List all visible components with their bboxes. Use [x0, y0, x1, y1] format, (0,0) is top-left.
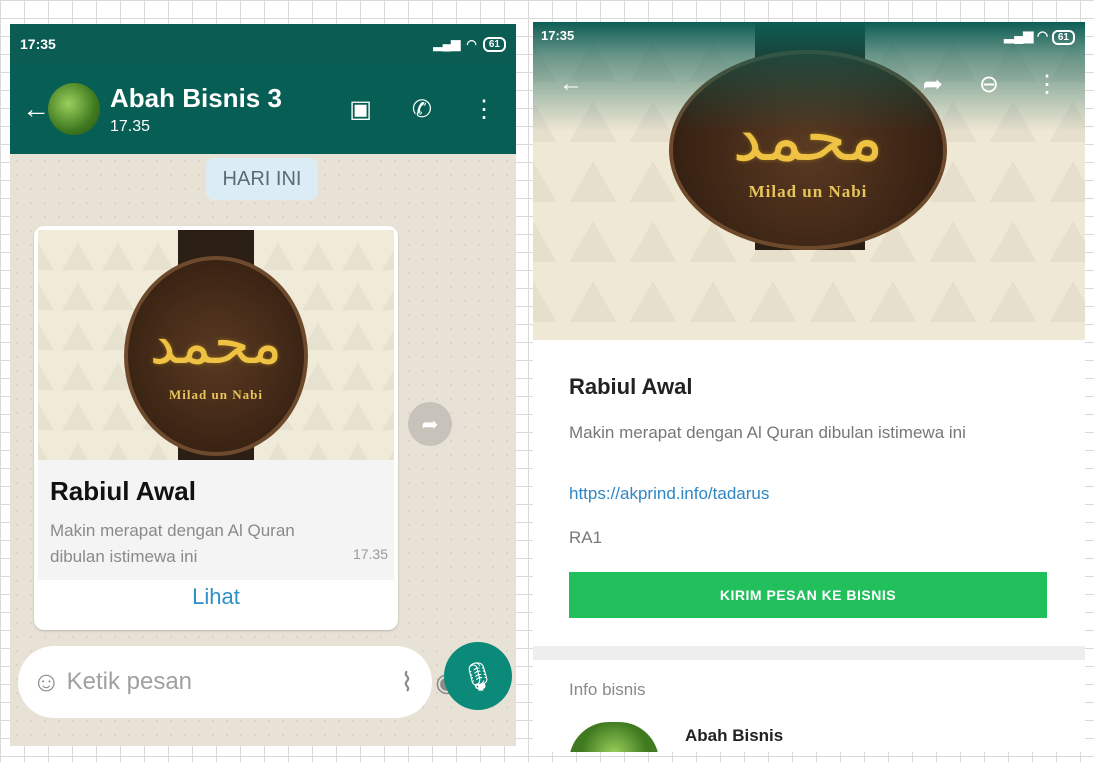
medal-emblem: محمد Milad un Nabi: [124, 256, 308, 456]
business-info-label: Info bisnis: [569, 680, 646, 699]
contact-last-seen: 17.35: [110, 117, 151, 135]
product-link[interactable]: https://akprind.info/tadarus: [569, 484, 769, 504]
store-icon[interactable]: ▣: [349, 95, 372, 124]
contact-info[interactable]: Abah Bisnis 3 17.35: [110, 83, 349, 136]
date-chip: HARI INI: [206, 158, 318, 200]
product-detail-screen: محمد Milad un Nabi 17:35 ▂▄▆ ◠ 61 ← ➦ ⊖ …: [533, 22, 1085, 752]
status-icons: ▂▄▆ ◠ 61: [433, 36, 506, 52]
status-bar: 17:35 ▂▄▆ ◠ 61: [541, 28, 1075, 45]
product-title: Rabiul Awal: [569, 374, 693, 399]
battery-icon: 61: [1051, 30, 1075, 45]
contact-name: Abah Bisnis 3: [110, 82, 282, 113]
status-bar: 17:35 ▂▄▆ ◠ 61: [10, 24, 516, 64]
message-time: 17.35: [352, 546, 388, 562]
attach-icon[interactable]: ⌇: [401, 667, 414, 698]
battery-icon: 61: [482, 36, 506, 52]
status-icons: ▂▄▆ ◠ 61: [1004, 28, 1075, 45]
business-avatar[interactable]: [569, 722, 659, 752]
chat-header: ← Abah Bisnis 3 17.35 ▣ ✆ ⋮: [10, 64, 516, 154]
message-input[interactable]: [64, 667, 379, 697]
product-code: RA1: [569, 528, 603, 547]
status-time: 17:35: [20, 36, 56, 52]
business-name[interactable]: Abah Bisnis: [685, 726, 783, 746]
view-button[interactable]: Lihat: [34, 584, 398, 610]
product-description: Makin merapat dengan Al Quran dibulan is…: [569, 423, 966, 442]
emoji-icon[interactable]: ☺: [32, 666, 61, 698]
forward-icon[interactable]: ➦: [408, 402, 452, 446]
link-icon[interactable]: ⊖: [979, 70, 999, 99]
more-options-icon[interactable]: ⋮: [472, 95, 496, 124]
header-actions: ▣ ✆ ⋮: [349, 95, 504, 124]
add-call-icon[interactable]: ✆: [412, 95, 432, 124]
header-actions: ← ➦ ⊖ ⋮: [559, 70, 1059, 99]
product-image[interactable]: محمد Milad un Nabi: [38, 230, 394, 460]
back-arrow-icon[interactable]: ←: [22, 93, 50, 125]
message-title: Rabiul Awal: [50, 476, 196, 506]
share-icon[interactable]: ➦: [923, 70, 943, 99]
medal-caption: Milad un Nabi: [748, 181, 868, 201]
medal-caption: Milad un Nabi: [169, 387, 263, 402]
wifi-icon: ◠: [466, 37, 477, 51]
chat-screen: 17:35 ▂▄▆ ◠ 61 ← Abah Bisnis 3 17.35 ▣ ✆…: [10, 24, 516, 746]
message-business-button[interactable]: KIRIM PESAN KE BISNIS: [569, 572, 1047, 618]
product-header-image: محمد Milad un Nabi 17:35 ▂▄▆ ◠ 61 ← ➦ ⊖ …: [533, 22, 1085, 340]
message-input-bar: ☺ ⌇ ◉: [18, 646, 458, 718]
status-time: 17:35: [541, 28, 575, 43]
calligraphy: محمد: [149, 309, 283, 377]
contact-avatar[interactable]: [48, 83, 100, 135]
section-divider: [533, 646, 1085, 660]
microphone-icon[interactable]: 🎙: [444, 642, 512, 710]
back-arrow-icon[interactable]: ←: [559, 70, 583, 99]
more-options-icon[interactable]: ⋮: [1035, 70, 1059, 99]
message-body: Rabiul Awal Makin merapat dengan Al Qura…: [38, 460, 394, 580]
signal-icon: ▂▄▆: [433, 37, 461, 51]
message-description: Makin merapat dengan Al Quran dibulan is…: [50, 521, 295, 566]
chat-area[interactable]: HARI INI محمد Milad un Nabi Rabiul Awal …: [10, 154, 516, 746]
catalog-message-bubble[interactable]: محمد Milad un Nabi Rabiul Awal Makin mer…: [34, 226, 398, 630]
